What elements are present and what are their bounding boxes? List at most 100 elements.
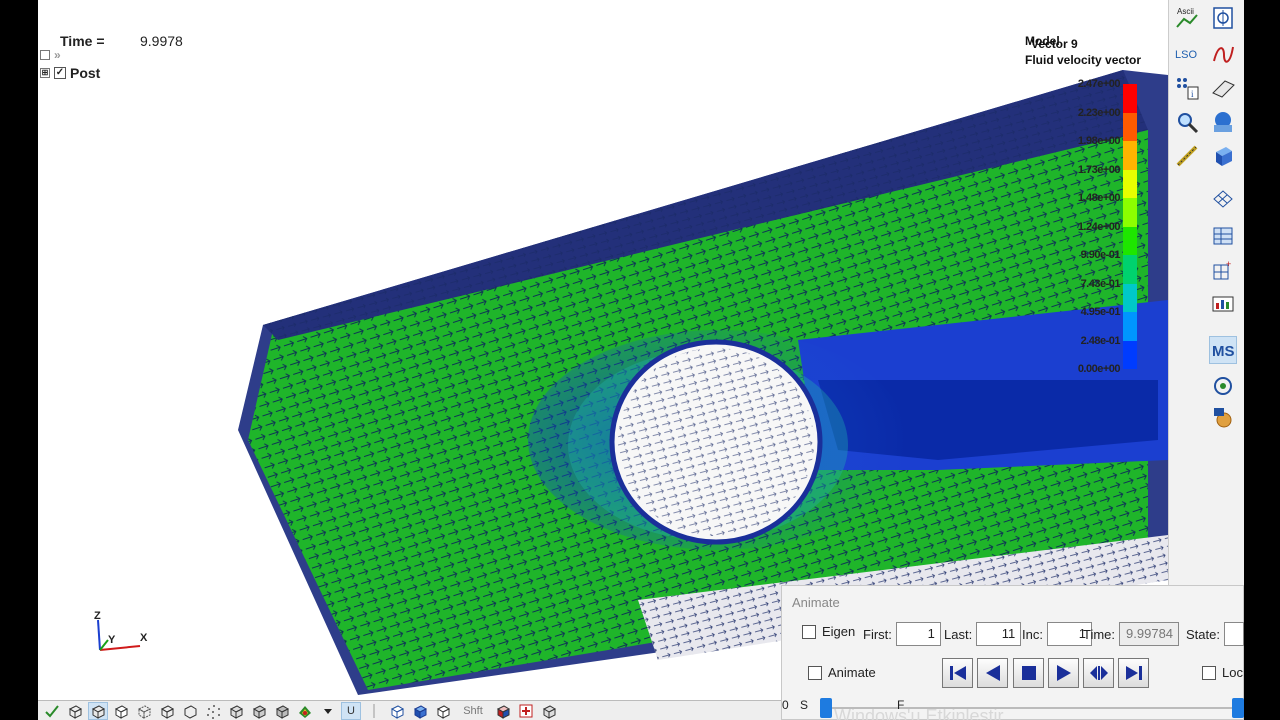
legend-label: 4.95e-01 xyxy=(1080,306,1121,318)
legend-color-step xyxy=(1123,169,1137,198)
cube-wire-icon[interactable] xyxy=(65,702,85,720)
last-frame-button[interactable] xyxy=(1118,658,1149,688)
add-red-icon[interactable] xyxy=(516,702,536,720)
legend-label: 1.73e+00 xyxy=(1077,163,1121,176)
cube-hidden-icon[interactable] xyxy=(134,702,154,720)
sphere-button[interactable] xyxy=(1209,108,1237,136)
box-button[interactable] xyxy=(1209,142,1237,170)
frame-slider-track[interactable] xyxy=(822,707,1237,709)
cube-red-icon[interactable] xyxy=(493,702,513,720)
bottom-toolbar: U Shft xyxy=(38,700,783,720)
animate-label: Animate xyxy=(828,665,876,680)
dropdown-arrow-icon[interactable] xyxy=(318,702,338,720)
shift-label[interactable]: Shft xyxy=(456,702,490,720)
mesh-button[interactable] xyxy=(1209,186,1237,214)
first-input[interactable]: 1 xyxy=(895,622,941,646)
cube-grid-icon[interactable] xyxy=(249,702,269,720)
lock-checkbox[interactable] xyxy=(1202,665,1216,680)
first-label: First: xyxy=(863,626,892,642)
tree-row-post[interactable]: ⊞ ✓ Post xyxy=(40,64,100,82)
node-button[interactable] xyxy=(1209,372,1237,400)
legend-vector-title: Vector 9 xyxy=(1031,37,1078,51)
svg-text:+: + xyxy=(1226,259,1231,269)
cube-front-icon[interactable] xyxy=(433,702,453,720)
eigen-label: Eigen xyxy=(822,624,856,639)
post-checkbox[interactable]: ✓ xyxy=(54,67,66,79)
legend-color-step xyxy=(1123,340,1137,369)
surface-button[interactable] xyxy=(1209,74,1237,102)
bounce-button[interactable] xyxy=(1083,658,1114,688)
time-row: Time: 9.99784 xyxy=(1083,622,1180,646)
property-button[interactable] xyxy=(1209,4,1237,32)
list-info-button[interactable]: i xyxy=(1173,74,1201,102)
cube-mesh-icon[interactable] xyxy=(226,702,246,720)
chart-button[interactable] xyxy=(1209,290,1237,318)
last-label: Last: xyxy=(944,626,973,642)
start-slider-thumb[interactable] xyxy=(820,698,832,718)
post-label: Post xyxy=(70,65,101,81)
time-label: Time: xyxy=(1083,626,1116,642)
animate-panel: Animate Eigen First: 1 Last: 11 Inc: 1 T… xyxy=(781,585,1244,720)
check-icon[interactable] xyxy=(42,702,62,720)
application-window: Time = 9.9978 » ⊞ ✓ Post Model Vector 9 … xyxy=(38,0,1244,720)
end-slider-thumb[interactable] xyxy=(1232,698,1244,718)
right-toolbar: Ascii LSO i + MS xyxy=(1168,0,1244,585)
animate-panel-title: Animate xyxy=(792,595,840,610)
inc-row: Inc: 1 xyxy=(1022,622,1092,646)
state-input[interactable] xyxy=(1223,622,1244,646)
legend-color-step xyxy=(1123,141,1137,170)
ascii-button[interactable]: Ascii xyxy=(1173,4,1201,32)
time-input: 9.99784 xyxy=(1119,622,1180,646)
find-button[interactable] xyxy=(1173,108,1201,136)
legend-label: 1.24e+00 xyxy=(1077,220,1121,233)
cube-solid-icon[interactable] xyxy=(272,702,292,720)
first-row: First: 1 xyxy=(863,622,941,646)
fringe-icon[interactable] xyxy=(295,702,315,720)
animate-row: Animate xyxy=(808,665,876,680)
first-frame-button[interactable] xyxy=(942,658,973,688)
cube-outline-icon[interactable] xyxy=(180,702,200,720)
expand-icon[interactable]: ⊞ xyxy=(40,68,50,78)
slider-zero-label: 0 xyxy=(782,698,789,712)
axis-z-label: Z xyxy=(94,610,101,622)
last-row: Last: 11 xyxy=(944,622,1022,646)
svg-text:LSO: LSO xyxy=(1175,49,1197,61)
tree-row-root[interactable]: » xyxy=(40,46,100,64)
animate-checkbox[interactable] xyxy=(808,665,822,680)
axis-y-label: Y xyxy=(108,634,116,646)
chevron-right-icon[interactable]: » xyxy=(54,48,61,62)
svg-text:Ascii: Ascii xyxy=(1177,7,1194,16)
last-input[interactable]: 11 xyxy=(976,622,1022,646)
grid-button[interactable] xyxy=(1209,222,1237,250)
stop-button[interactable] xyxy=(1013,658,1044,688)
collapse-box-icon[interactable] xyxy=(40,50,50,60)
legend-label: 7.43e-01 xyxy=(1080,277,1121,290)
step-back-button[interactable] xyxy=(977,658,1008,688)
model-tree: » ⊞ ✓ Post xyxy=(40,46,100,82)
curve-button[interactable] xyxy=(1209,40,1237,68)
legend-label: 1.98e+00 xyxy=(1077,135,1121,147)
cube-shaded-icon[interactable] xyxy=(88,701,108,720)
measure-button[interactable] xyxy=(1173,142,1201,170)
state-label: State: xyxy=(1186,626,1220,642)
ms-button[interactable]: MS xyxy=(1209,336,1237,364)
slider-f-label: F xyxy=(897,698,905,712)
settings-button[interactable] xyxy=(1209,404,1237,432)
cube-dots-icon[interactable] xyxy=(203,702,223,720)
lso-button[interactable]: LSO xyxy=(1173,40,1201,68)
axis-triad: Z Y X xyxy=(90,610,160,660)
play-button[interactable] xyxy=(1048,658,1079,688)
cube-blue-outline-icon[interactable] xyxy=(387,702,407,720)
cube-last-icon[interactable] xyxy=(539,702,559,720)
eigen-checkbox[interactable] xyxy=(802,624,816,639)
element-button[interactable]: + xyxy=(1209,256,1237,284)
u-button[interactable]: U xyxy=(341,701,361,720)
cube-feature-icon[interactable] xyxy=(157,702,177,720)
separator-icon xyxy=(364,702,384,720)
legend-label: 9.90e-01 xyxy=(1080,249,1121,261)
cube-edges-icon[interactable] xyxy=(111,702,131,720)
inc-label: Inc: xyxy=(1022,626,1043,642)
cube-blue-solid-icon[interactable] xyxy=(410,702,430,720)
legend-color-step xyxy=(1123,112,1137,141)
legend-label: 2.48e-01 xyxy=(1080,334,1121,347)
